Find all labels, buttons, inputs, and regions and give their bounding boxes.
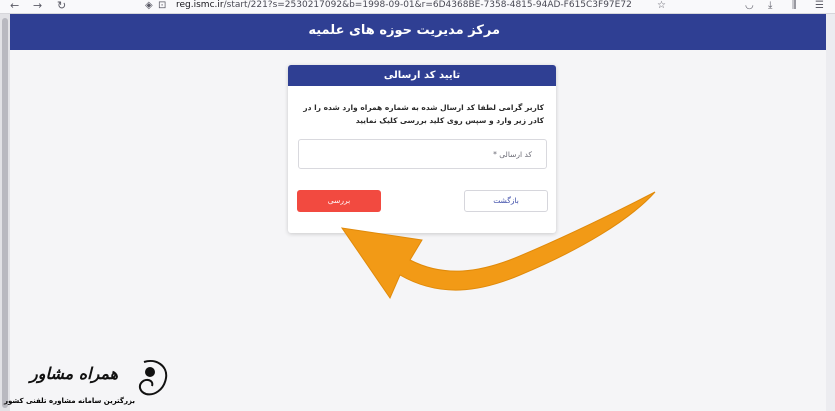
library-icon[interactable]: ⫼	[792, 0, 797, 12]
menu-icon[interactable]: ☰	[815, 0, 824, 12]
verification-code-input[interactable]: کد ارسالی *	[298, 139, 547, 169]
left-scrollbar[interactable]	[0, 14, 10, 411]
page-right-edge	[826, 14, 835, 411]
lock-icon[interactable]: ⊡	[158, 0, 166, 12]
watermark-tagline: بزرگترین سامانه مشاوره تلفنی کشور	[4, 397, 135, 405]
annotation-arrow	[340, 191, 656, 300]
watermark-brand: همراه مشاور	[30, 364, 119, 383]
site-header: مرکز مدیریت حوزه های علمیه	[10, 14, 826, 50]
code-input-placeholder: کد ارسالی *	[493, 150, 532, 159]
shield-icon[interactable]: ◈	[145, 0, 153, 12]
scrollbar-thumb[interactable]	[2, 18, 8, 408]
card-instruction: کاربر گرامی لطفا کد ارسال شده به شماره ه…	[303, 103, 544, 125]
browser-toolbar: ← → ↻ ◈ ⊡ reg.ismc.ir/start/221?s=253021…	[0, 0, 835, 14]
url-path: /start/221?s=2530217092&b=1998-09-01&r=6…	[223, 0, 632, 10]
reload-icon[interactable]: ↻	[57, 0, 66, 12]
pocket-icon[interactable]: ◡	[745, 0, 754, 12]
card-title: تایید کد ارسالی	[288, 65, 556, 86]
star-icon[interactable]: ☆	[657, 0, 666, 12]
address-bar[interactable]: reg.ismc.ir/start/221?s=2530217092&b=199…	[176, 0, 666, 12]
forward-icon[interactable]: →	[33, 0, 42, 12]
download-icon[interactable]: ⤓	[768, 0, 772, 12]
url-host: reg.ismc.ir	[176, 0, 224, 10]
site-title: مرکز مدیریت حوزه های علمیه	[308, 23, 500, 38]
back-icon[interactable]: ←	[10, 0, 19, 12]
